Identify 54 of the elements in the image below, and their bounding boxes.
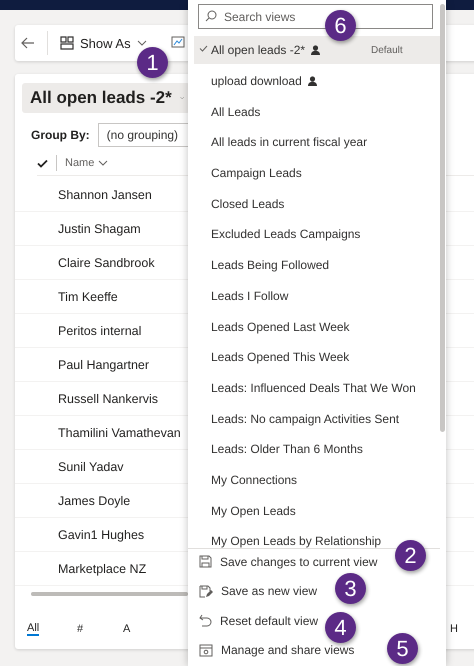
view-item[interactable]: Leads Opened This Week bbox=[211, 350, 350, 364]
scrollbar[interactable] bbox=[440, 4, 445, 432]
horizontal-scrollbar[interactable] bbox=[31, 592, 188, 596]
lead-name[interactable]: James Doyle bbox=[58, 494, 130, 508]
select-all-checkmark-icon[interactable] bbox=[37, 158, 48, 168]
lead-name[interactable]: Paul Hangartner bbox=[58, 358, 150, 372]
alphabet-filter[interactable]: A bbox=[123, 623, 130, 635]
menu-action[interactable]: Save as new view bbox=[188, 576, 322, 606]
chevron-down-icon bbox=[98, 160, 108, 166]
column-header[interactable]: Name bbox=[65, 157, 108, 169]
view-item[interactable]: upload download bbox=[211, 74, 302, 88]
grid-icon bbox=[60, 36, 74, 50]
view-item[interactable]: All open leads -2* bbox=[211, 43, 306, 58]
lead-name[interactable]: Justin Shagam bbox=[58, 222, 141, 236]
view-item[interactable]: Leads: Older Than 6 Months bbox=[211, 442, 363, 456]
chart-icon bbox=[170, 36, 185, 50]
view-item[interactable]: My Connections bbox=[211, 472, 298, 487]
lead-name[interactable]: Russell Nankervis bbox=[58, 392, 158, 406]
group-by-label: Group By: bbox=[31, 128, 90, 142]
lead-name[interactable]: Shannon Jansen bbox=[58, 188, 152, 202]
view-item[interactable]: Leads: Influenced Deals That We Won bbox=[211, 380, 416, 395]
lead-name[interactable]: Tim Keeffe bbox=[58, 290, 118, 304]
view-item[interactable]: Excluded Leads Campaigns bbox=[211, 227, 360, 242]
lead-name[interactable]: Thamilini Vamathevan bbox=[58, 426, 181, 440]
view-item[interactable]: All leads in current fiscal year bbox=[211, 135, 368, 150]
view-item[interactable]: All Leads bbox=[211, 104, 260, 119]
view-item[interactable]: Closed Leads bbox=[211, 196, 284, 211]
view-item[interactable]: Leads Opened Last Week bbox=[211, 320, 350, 334]
default-label: Default bbox=[371, 44, 403, 56]
save-icon bbox=[199, 555, 212, 568]
view-item[interactable]: Leads: No campaign Activities Sent bbox=[211, 412, 400, 426]
chevron-down-icon bbox=[180, 95, 184, 101]
window-icon bbox=[199, 644, 213, 657]
view-item[interactable]: Leads I Follow bbox=[211, 288, 288, 303]
back-arrow-icon bbox=[21, 37, 35, 49]
alphabet-filter[interactable]: H bbox=[450, 623, 458, 635]
undo-icon bbox=[199, 614, 212, 628]
view-selector[interactable]: All open leads -2* bbox=[22, 83, 190, 113]
lead-name[interactable]: Claire Sandbrook bbox=[58, 256, 155, 270]
search-icon bbox=[205, 10, 217, 22]
lead-name[interactable]: Marketplace NZ bbox=[58, 562, 146, 576]
checkmark-icon bbox=[199, 45, 208, 52]
chevron-down-icon bbox=[136, 40, 147, 46]
lead-name[interactable]: Gavin1 Hughes bbox=[58, 528, 144, 542]
lead-name[interactable]: Sunil Yadav bbox=[58, 460, 124, 474]
alphabet-filter[interactable]: # bbox=[77, 623, 84, 635]
alphabet-filter[interactable]: All bbox=[27, 622, 40, 636]
view-item[interactable]: My Open Leads by Relationship bbox=[211, 534, 382, 548]
view-item[interactable]: Campaign Leads bbox=[211, 166, 302, 180]
save-edit-icon bbox=[199, 584, 213, 598]
lead-name[interactable]: Peritos internal bbox=[58, 324, 142, 338]
view-item[interactable]: Leads Being Followed bbox=[211, 258, 330, 272]
menu-action[interactable]: Reset default view bbox=[188, 606, 322, 636]
view-item[interactable]: My Open Leads bbox=[211, 504, 296, 518]
